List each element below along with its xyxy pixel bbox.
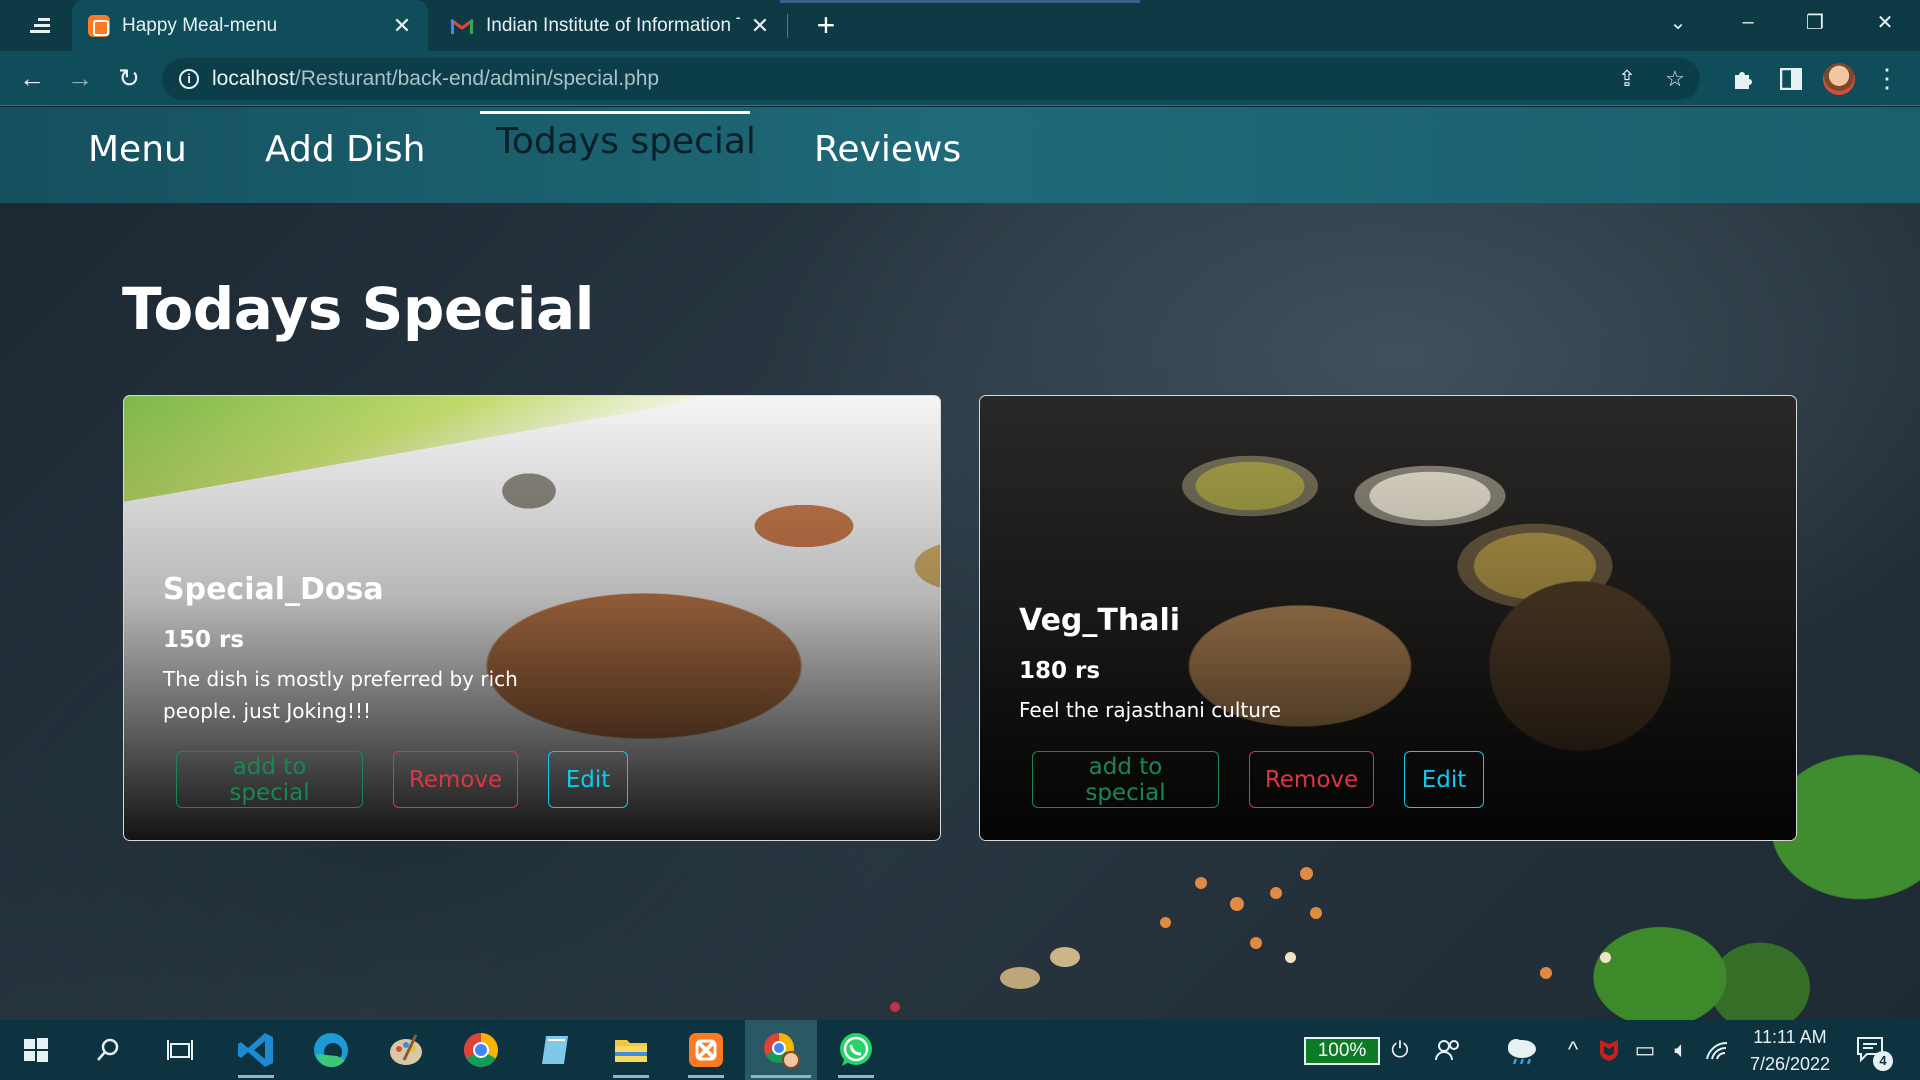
side-panel-icon[interactable]	[1772, 60, 1810, 98]
show-hidden-icons-chevron-icon[interactable]: ^	[1560, 1020, 1586, 1080]
windows-start-icon[interactable]	[0, 1020, 72, 1080]
decor-speck	[1050, 947, 1080, 967]
decor-speck	[1270, 887, 1282, 899]
new-tab-button[interactable]: +	[808, 8, 844, 44]
remove-button[interactable]: Remove	[1249, 751, 1374, 808]
nav-item-reviews[interactable]: Reviews	[814, 129, 961, 170]
windows-taskbar: 100% ⏻ ^ ▭ 🔈︎ 11:11 AM 7/26/2022 4	[0, 1020, 1920, 1080]
chrome-icon[interactable]	[445, 1020, 517, 1080]
forward-button[interactable]: →	[61, 60, 99, 98]
xampp-icon[interactable]	[670, 1020, 742, 1080]
tab-happy-meal[interactable]: Happy Meal-menu ✕	[72, 0, 428, 51]
page-content: Menu Add Dish Todays special Reviews Tod…	[0, 107, 1920, 1020]
tab-title: Indian Institute of Information Te	[486, 14, 740, 36]
tab-divider	[787, 14, 788, 38]
edit-button[interactable]: Edit	[548, 751, 628, 808]
url-text[interactable]: localhost/Resturant/back-end/admin/speci…	[212, 67, 659, 91]
xampp-favicon-icon	[88, 14, 110, 37]
nav-item-todays-special[interactable]: Todays special	[496, 121, 756, 162]
remove-button[interactable]: Remove	[393, 751, 518, 808]
tab-title: Happy Meal-menu	[122, 14, 278, 36]
decor-speck	[1230, 897, 1244, 911]
add-to-special-button[interactable]: add to special	[1032, 751, 1219, 808]
gmail-favicon-icon	[450, 17, 474, 35]
extensions-puzzle-icon[interactable]	[1724, 60, 1762, 98]
notification-count-badge: 4	[1873, 1051, 1893, 1071]
reload-button[interactable]: ↻	[110, 60, 148, 98]
tab-loading-bar	[780, 0, 1140, 3]
decor-speck	[1285, 952, 1296, 963]
dish-description: The dish is mostly preferred by rich peo…	[163, 667, 518, 723]
whatsapp-icon[interactable]	[820, 1020, 892, 1080]
browser-tab-strip: Happy Meal-menu ✕ Indian Institute of In…	[0, 0, 1920, 51]
task-view-icon[interactable]	[144, 1020, 216, 1080]
close-tab-icon[interactable]: ✕	[750, 13, 770, 39]
restore-button[interactable]: ❐	[1785, 0, 1845, 44]
minimize-button[interactable]: –	[1718, 0, 1778, 44]
tab-search-icon[interactable]	[22, 12, 58, 38]
decor-speck	[1250, 937, 1262, 949]
address-bar[interactable]: i localhost/Resturant/back-end/admin/spe…	[162, 58, 1700, 100]
dish-price: 180 rs	[1019, 658, 1101, 684]
chrome-profile-icon[interactable]	[745, 1020, 817, 1080]
weather-icon[interactable]	[1500, 1020, 1544, 1080]
file-explorer-icon[interactable]	[595, 1020, 667, 1080]
decor-speck	[1310, 907, 1322, 919]
bookmark-star-icon[interactable]: ☆	[1662, 66, 1688, 92]
dish-name: Veg_Thali	[1019, 603, 1181, 638]
dish-card: Special_Dosa 150 rs The dish is mostly p…	[123, 395, 941, 841]
add-to-special-button[interactable]: add to special	[176, 751, 363, 808]
nav-active-indicator	[480, 111, 750, 114]
nav-item-add-dish[interactable]: Add Dish	[265, 129, 425, 170]
browser-menu-icon[interactable]: ⋮	[1868, 60, 1906, 98]
site-info-icon[interactable]: i	[179, 69, 199, 89]
decor-speck	[1600, 952, 1611, 963]
admin-navbar: Menu Add Dish Todays special Reviews	[0, 107, 1920, 203]
profile-avatar[interactable]	[1823, 63, 1855, 95]
tab-list-chevron-icon[interactable]: ⌄	[1648, 0, 1708, 44]
decor-speck	[1540, 967, 1552, 979]
wifi-icon[interactable]	[1702, 1020, 1732, 1080]
dish-price: 150 rs	[163, 627, 245, 653]
dish-card-body: Veg_Thali 180 rs Feel the rajasthani cul…	[1019, 603, 1379, 726]
nav-item-menu[interactable]: Menu	[88, 129, 187, 170]
back-button[interactable]: ←	[13, 60, 51, 98]
dish-card-actions: add to special Remove Edit	[176, 751, 658, 808]
system-clock[interactable]: 11:11 AM 7/26/2022	[1735, 1024, 1845, 1078]
edit-button[interactable]: Edit	[1404, 751, 1484, 808]
notepad-icon[interactable]	[520, 1020, 592, 1080]
edge-icon[interactable]	[295, 1020, 367, 1080]
people-icon[interactable]	[1430, 1020, 1466, 1080]
vscode-icon[interactable]	[220, 1020, 292, 1080]
dish-card-body: Special_Dosa 150 rs The dish is mostly p…	[163, 572, 523, 727]
power-plug-icon[interactable]: ⏻	[1385, 1020, 1415, 1080]
page-title: Todays Special	[122, 275, 595, 343]
clock-date: 7/26/2022	[1749, 1054, 1831, 1074]
close-window-button[interactable]: ✕	[1855, 0, 1915, 44]
taskbar-search-icon[interactable]	[72, 1020, 144, 1080]
url-host: localhost	[212, 67, 295, 90]
decor-speck	[1000, 967, 1040, 989]
url-path: /Resturant/back-end/admin/special.php	[294, 67, 660, 90]
tab-gmail[interactable]: Indian Institute of Information Te ✕	[434, 0, 786, 51]
close-tab-icon[interactable]: ✕	[392, 13, 412, 39]
share-icon[interactable]: ⇪	[1614, 66, 1640, 92]
dish-description: Feel the rajasthani culture	[1019, 698, 1282, 722]
dish-card: Veg_Thali 180 rs Feel the rajasthani cul…	[979, 395, 1797, 841]
dish-card-actions: add to special Remove Edit	[1032, 751, 1514, 808]
dish-name: Special_Dosa	[163, 572, 384, 607]
paint-icon[interactable]	[370, 1020, 442, 1080]
decor-speck	[1300, 867, 1313, 880]
mcafee-shield-icon[interactable]	[1594, 1020, 1624, 1080]
decor-speck	[1160, 917, 1171, 928]
battery-tray-icon[interactable]: ▭	[1630, 1020, 1660, 1080]
clock-time: 11:11 AM	[1753, 1027, 1827, 1047]
browser-toolbar: ← → ↻ i localhost/Resturant/back-end/adm…	[0, 51, 1920, 106]
decor-speck	[890, 1002, 900, 1012]
decor-speck	[1195, 877, 1207, 889]
battery-percentage[interactable]: 100%	[1304, 1037, 1380, 1065]
volume-icon[interactable]: 🔈︎	[1666, 1020, 1696, 1080]
